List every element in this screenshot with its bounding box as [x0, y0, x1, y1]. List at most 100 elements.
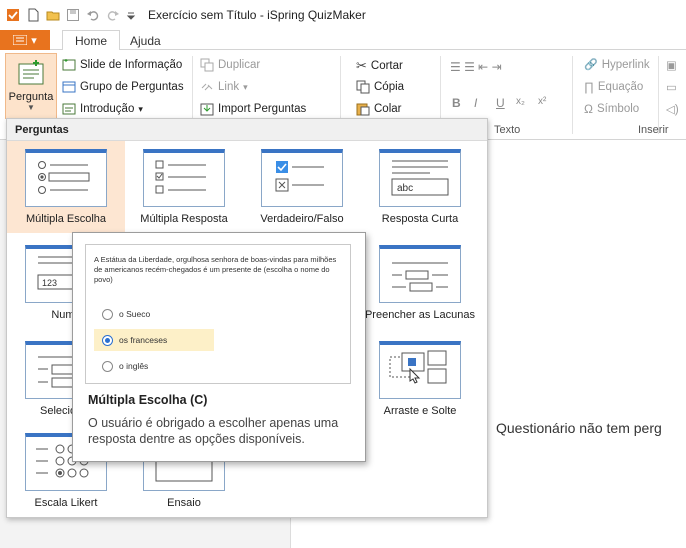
- chevron-down-icon: ▾: [243, 81, 248, 92]
- bold-icon[interactable]: B: [452, 96, 461, 110]
- symbol-label: Símbolo: [596, 103, 640, 115]
- redo-icon[interactable]: [106, 8, 120, 22]
- true-false-icon: [261, 149, 343, 207]
- import-label: Import Perguntas: [218, 103, 307, 115]
- radio-selected-icon: [102, 334, 113, 346]
- link-label: Link: [218, 81, 240, 93]
- empty-quiz-message: Questionário não tem perg: [496, 420, 662, 436]
- tab-home[interactable]: Home: [62, 30, 121, 51]
- text-group-label: Texto: [494, 124, 521, 136]
- chevron-down-icon: ▾: [138, 103, 143, 114]
- link-icon: [201, 83, 213, 91]
- qtype-label: Escala Likert: [34, 497, 98, 509]
- cut-button[interactable]: ✂ Cortar: [356, 58, 403, 74]
- qtype-label: Verdadeiro/Falso: [260, 213, 344, 225]
- question-group-label: Grupo de Perguntas: [80, 81, 184, 93]
- paste-label: Colar: [374, 103, 402, 115]
- file-menu-button[interactable]: ▾: [0, 30, 50, 50]
- italic-icon[interactable]: I: [474, 96, 477, 110]
- tooltip-description: O usuário é obrigado a escolher apenas u…: [88, 416, 339, 446]
- short-answer-icon: abc: [379, 149, 461, 207]
- paste-icon: [356, 103, 370, 116]
- underline-icon[interactable]: U: [496, 96, 505, 110]
- qtype-short-answer[interactable]: abc Resposta Curta: [361, 141, 479, 233]
- duplicate-icon: [200, 58, 214, 72]
- multiple-response-icon: [143, 149, 225, 207]
- preview-question-text: A Estátua da Liberdade, orgulhosa senhor…: [94, 255, 337, 284]
- pergunta-button[interactable]: Pergunta ▼: [5, 53, 57, 119]
- copy-icon: [356, 80, 370, 94]
- copy-button[interactable]: Cópia: [356, 80, 404, 94]
- qtype-label: Múltipla Escolha: [25, 213, 107, 225]
- numeric-sample: 123: [42, 278, 57, 288]
- pergunta-label: Pergunta: [8, 91, 54, 103]
- bullet-list-icon[interactable]: ☰ ☰ ⇤ ⇥: [450, 60, 502, 74]
- import-icon: [200, 103, 214, 116]
- slide-info-label: Slide de Informação: [80, 59, 183, 71]
- qtype-multiple-choice[interactable]: Múltipla Escolha: [7, 141, 125, 233]
- copy-label: Cópia: [374, 81, 405, 93]
- duplicate-button[interactable]: Duplicar: [200, 58, 260, 72]
- question-group-button[interactable]: Grupo de Perguntas: [62, 80, 184, 94]
- question-group-icon: [62, 81, 76, 93]
- radio-icon: [102, 360, 113, 372]
- equation-button[interactable]: ∏ Equação: [584, 80, 643, 94]
- tab-help[interactable]: Ajuda: [118, 30, 173, 51]
- equation-label: Equação: [597, 81, 644, 93]
- tooltip-preview: A Estátua da Liberdade, orgulhosa senhor…: [85, 244, 351, 384]
- ribbon-tabs: ▾ Home Ajuda: [0, 30, 686, 51]
- info-slide-icon: [62, 59, 76, 71]
- hyperlink-button[interactable]: 🔗 Hyperlink: [584, 58, 650, 72]
- cut-label: Cortar: [370, 60, 403, 72]
- undo-icon[interactable]: [86, 8, 100, 22]
- import-questions-button[interactable]: Import Perguntas: [200, 102, 306, 116]
- file-menu-icon: [13, 35, 28, 45]
- link-button[interactable]: Link ▾: [200, 80, 248, 94]
- symbol-button[interactable]: Ω Símbolo: [584, 102, 639, 116]
- preview-option-label: o inglês: [119, 361, 149, 371]
- insert-group-label: Inserir: [638, 124, 669, 136]
- subscript-icon[interactable]: x₂: [516, 96, 525, 107]
- fill-blanks-icon: [379, 245, 461, 303]
- paste-button[interactable]: Colar: [356, 102, 401, 116]
- intro-label: Introdução: [80, 103, 135, 115]
- omega-icon: Ω: [584, 102, 593, 116]
- app-logo-icon: [6, 8, 20, 22]
- qtype-label: Arraste e Solte: [383, 405, 457, 417]
- window-title: Exercício sem Título - iSpring QuizMaker: [148, 8, 366, 22]
- question-type-tooltip: A Estátua da Liberdade, orgulhosa senhor…: [72, 232, 366, 462]
- qtype-multiple-response[interactable]: Múltipla Resposta: [125, 141, 243, 233]
- slide-info-button[interactable]: Slide de Informação: [62, 58, 182, 72]
- preview-option-label: os franceses: [119, 335, 168, 345]
- scissors-icon: ✂: [356, 58, 367, 73]
- intro-button[interactable]: Introdução ▾: [62, 102, 143, 116]
- save-icon[interactable]: [66, 8, 80, 22]
- qtype-fill-blanks[interactable]: Preencher as Lacunas: [361, 237, 479, 329]
- audio-icon[interactable]: ◁): [666, 102, 679, 116]
- qtype-label: Múltipla Resposta: [140, 213, 228, 225]
- qtype-true-false[interactable]: Verdadeiro/Falso: [243, 141, 361, 233]
- open-folder-icon[interactable]: [46, 8, 60, 22]
- preview-option: o Sueco: [94, 303, 214, 325]
- gallery-header: Perguntas: [7, 119, 487, 141]
- new-file-icon[interactable]: [26, 8, 40, 22]
- shape-icon[interactable]: ▭: [666, 80, 677, 94]
- equation-icon: ∏: [584, 80, 594, 94]
- qtype-drag-drop[interactable]: Arraste e Solte: [361, 333, 479, 425]
- chevron-down-icon: ▼: [27, 103, 35, 112]
- title-bar: Exercício sem Título - iSpring QuizMaker: [0, 0, 686, 30]
- quick-access-toolbar: [0, 8, 140, 22]
- question-slide-icon: [18, 60, 44, 85]
- superscript-icon[interactable]: x²: [538, 96, 546, 107]
- qtype-label: Ensaio: [167, 497, 201, 509]
- image-icon[interactable]: ▣: [666, 58, 677, 72]
- chevron-down-icon: ▾: [31, 34, 37, 47]
- short-answer-sample: abc: [397, 183, 413, 194]
- hyperlink-icon: 🔗: [584, 59, 598, 71]
- intro-icon: [62, 103, 76, 115]
- ribbon-separator: [572, 56, 573, 134]
- duplicate-label: Duplicar: [218, 59, 261, 71]
- preview-option-label: o Sueco: [119, 309, 151, 319]
- customize-toolbar-icon[interactable]: [126, 8, 140, 22]
- drag-drop-icon: [379, 341, 461, 399]
